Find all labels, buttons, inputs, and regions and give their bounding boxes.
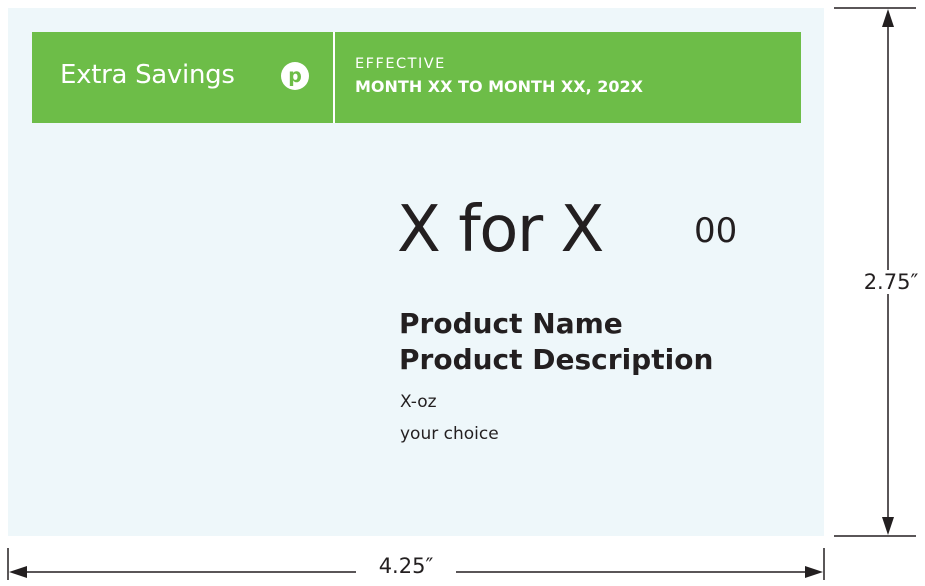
height-dimension-label: 2.75″ — [856, 270, 925, 294]
width-left-arrowhead — [9, 566, 27, 578]
width-right-arrowhead — [805, 566, 823, 578]
dimension-lines — [7, 7, 916, 580]
height-top-arrowhead — [882, 9, 894, 27]
height-bottom-arrowhead — [882, 517, 894, 535]
width-dimension-label: 4.25″ — [356, 554, 456, 578]
